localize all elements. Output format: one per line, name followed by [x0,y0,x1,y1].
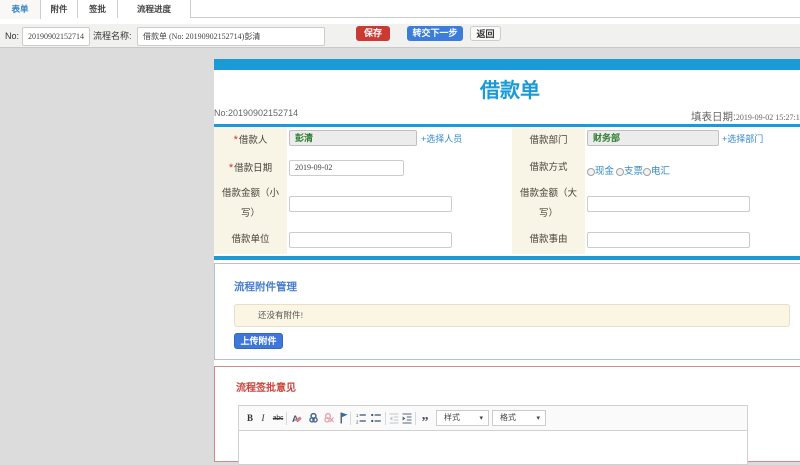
svg-text:2: 2 [356,419,359,424]
svg-text:1: 1 [356,413,359,418]
